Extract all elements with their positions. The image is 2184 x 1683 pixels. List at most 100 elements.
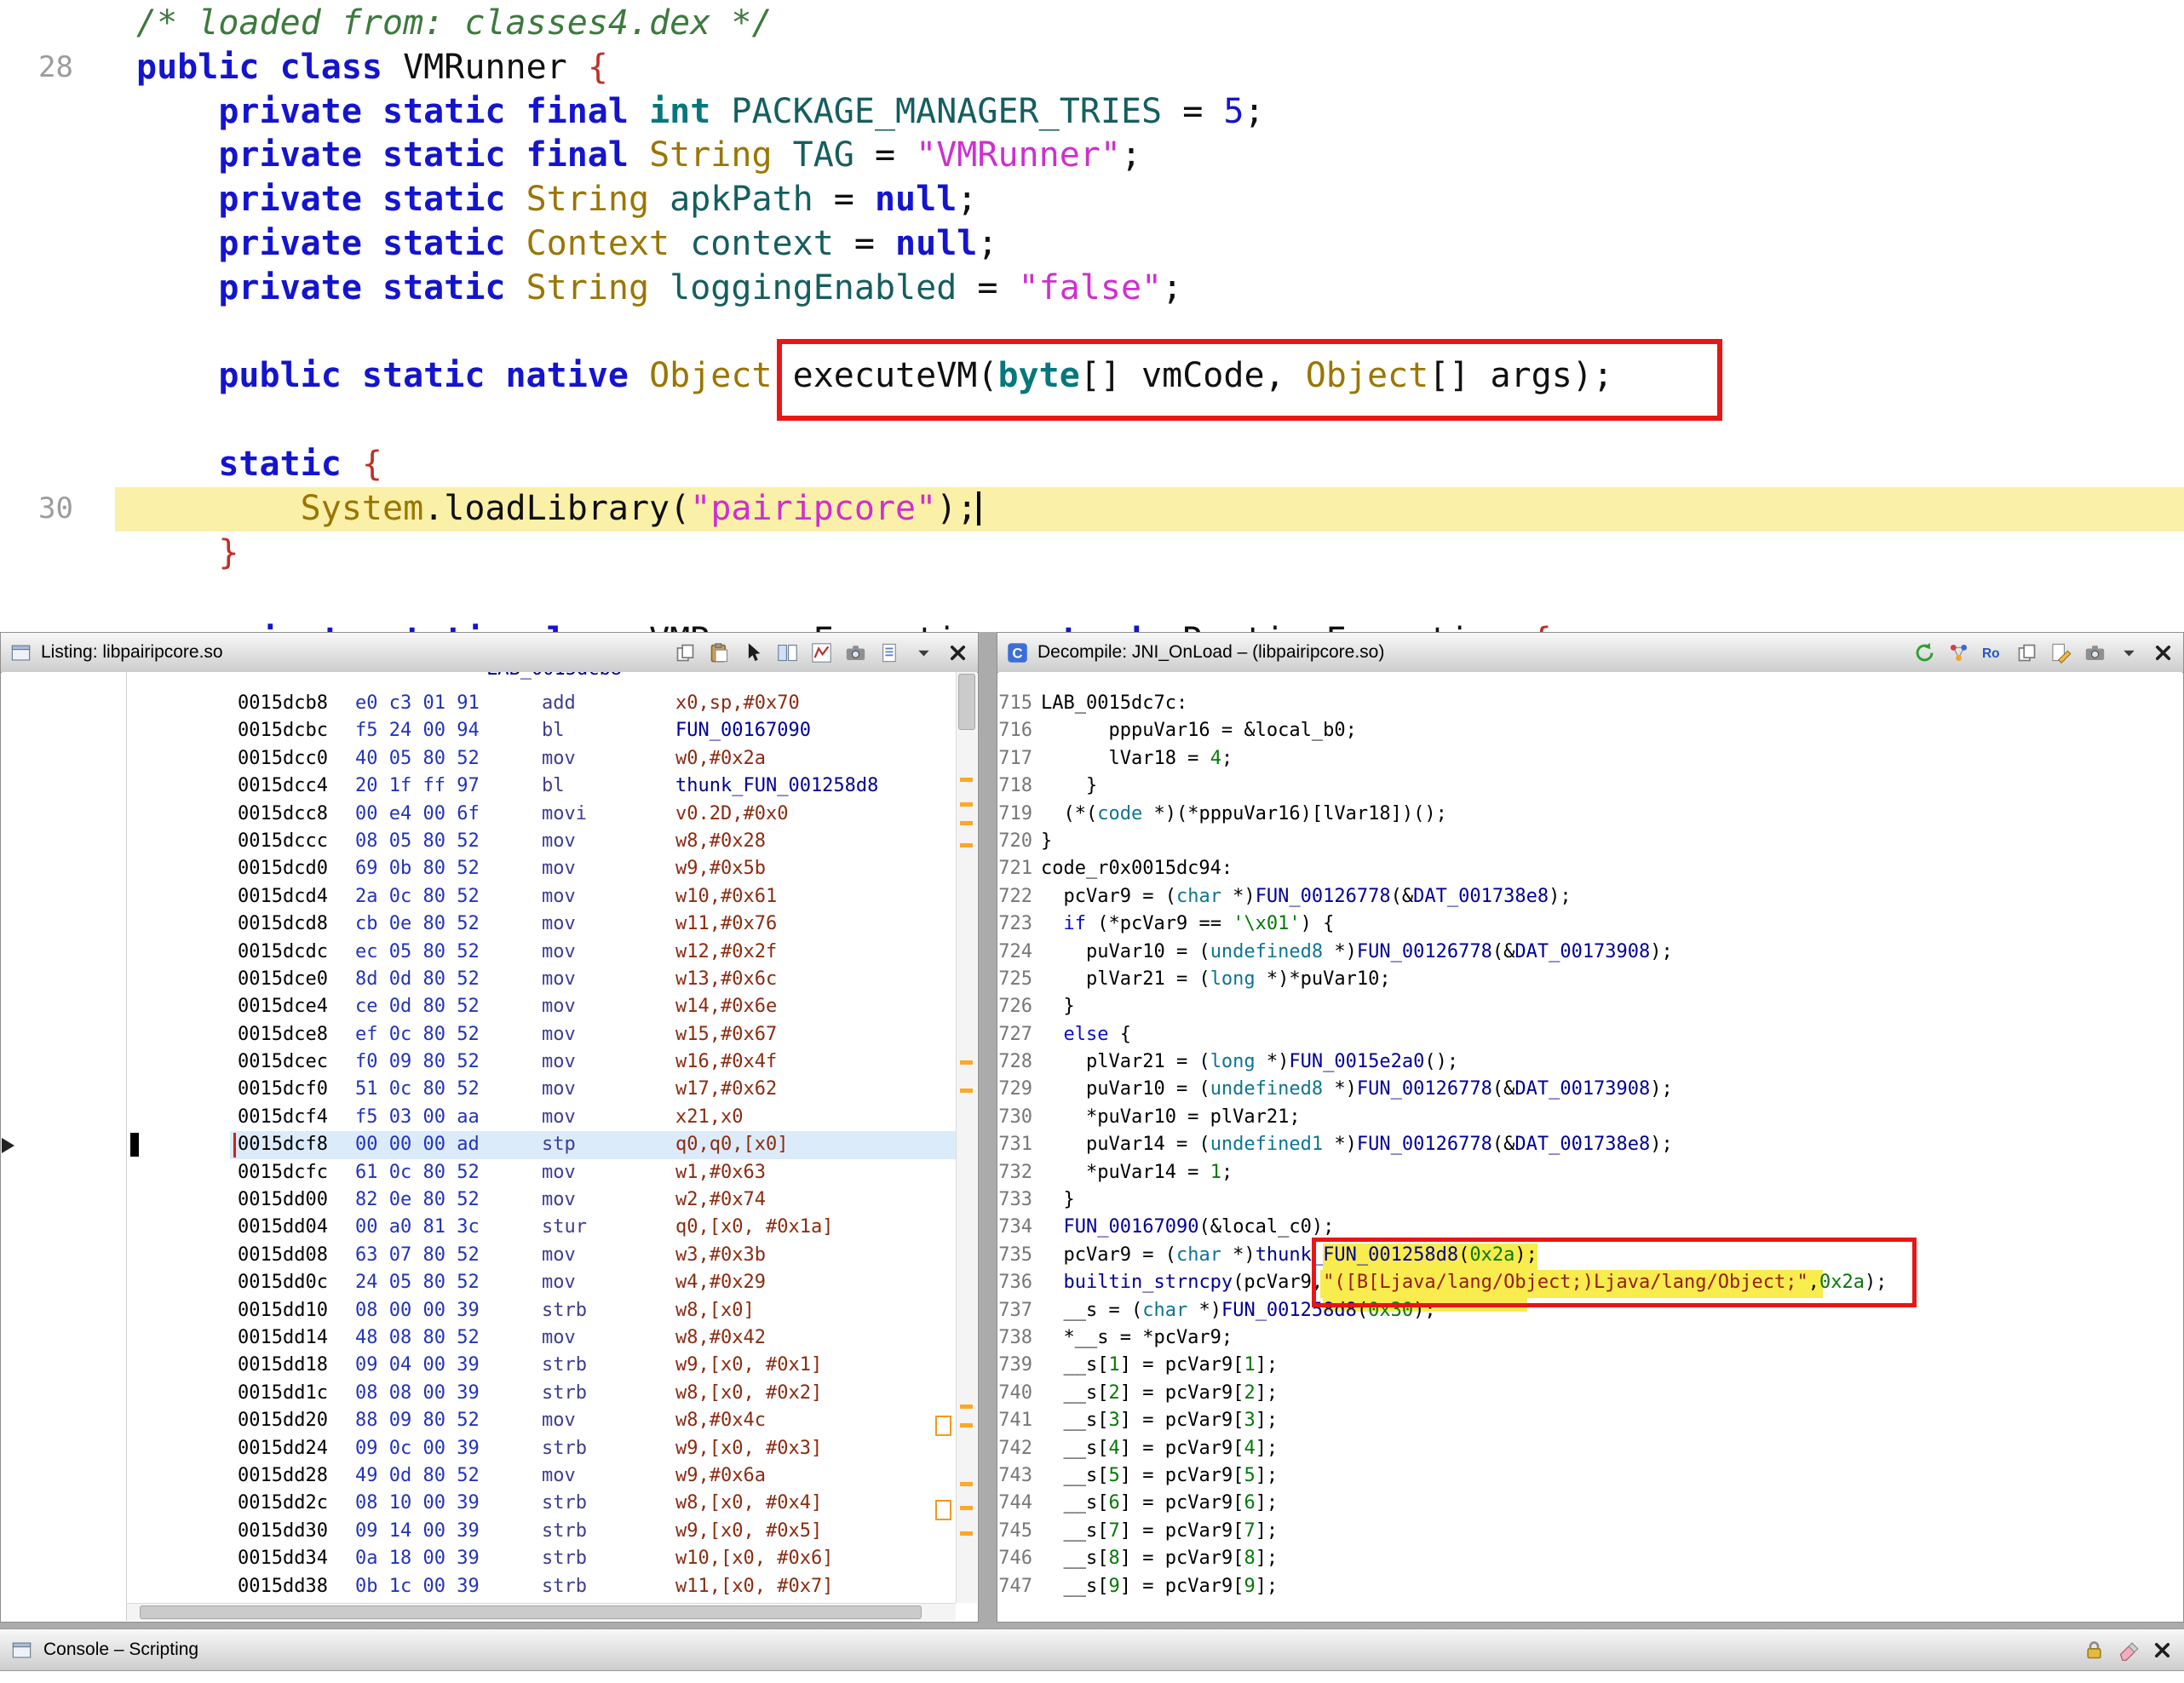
decompile-code-line[interactable]: 744 __s[6] = pcVar9[6]; xyxy=(998,1490,2182,1517)
java-code-line[interactable]: private static String apkPath = null; xyxy=(0,178,2184,222)
decompile-code-line[interactable]: 740 __s[2] = pcVar9[2]; xyxy=(998,1380,2182,1407)
decompile-code-line[interactable]: 723 if (*pcVar9 == '\x01') { xyxy=(998,910,2182,938)
bookmark-marker[interactable] xyxy=(935,1500,951,1520)
java-code-line[interactable] xyxy=(0,575,2184,619)
listing-row[interactable]: 0015dcc040 05 80 52movw0,#0x2a xyxy=(2,745,955,773)
decompile-code-line[interactable]: 739 __s[1] = pcVar9[1]; xyxy=(998,1352,2182,1379)
analysis-marker[interactable] xyxy=(960,843,973,847)
copy-icon[interactable] xyxy=(674,641,697,664)
listing-row[interactable]: 0015dcfc61 0c 80 52movw1,#0x63 xyxy=(2,1159,955,1186)
listing-row[interactable]: 0015dd1448 08 80 52movw8,#0x42 xyxy=(2,1324,955,1352)
listing-horizontal-scrollbar[interactable] xyxy=(127,1603,956,1621)
analysis-marker[interactable] xyxy=(960,802,973,807)
analysis-marker[interactable] xyxy=(960,1404,973,1409)
decompile-code-line[interactable]: 724 puVar10 = (undefined8 *)FUN_00126778… xyxy=(998,939,2182,966)
lock-icon[interactable] xyxy=(2083,1639,2106,1662)
listing-row[interactable]: 0015dce8ef 0c 80 52movw15,#0x67 xyxy=(2,1021,955,1048)
listing-row[interactable]: 0015dccc08 05 80 52movw8,#0x28 xyxy=(2,828,955,855)
listing-row[interactable]: 0015dcbcf5 24 00 94blFUN_00167090 xyxy=(2,717,955,744)
decompile-code-line[interactable]: 747 __s[9] = pcVar9[9]; xyxy=(998,1573,2182,1600)
scrollbar-thumb[interactable] xyxy=(140,1605,922,1619)
eraser-icon[interactable] xyxy=(2117,1639,2140,1662)
java-code-line[interactable]: private static String loggingEnabled = "… xyxy=(0,267,2184,311)
close-icon[interactable] xyxy=(2151,1639,2174,1662)
analysis-marker[interactable] xyxy=(960,1531,973,1536)
decompile-code-line[interactable]: 715LAB_0015dc7c: xyxy=(998,690,2182,717)
scrollbar-thumb[interactable] xyxy=(958,674,975,730)
edit-icon[interactable] xyxy=(2049,641,2072,664)
decompile-code-line[interactable]: 730 *puVar10 = plVar21; xyxy=(998,1104,2182,1131)
copy-icon[interactable] xyxy=(2015,641,2038,664)
close-icon[interactable] xyxy=(2152,641,2175,664)
listing-row[interactable]: 0015dd2409 0c 00 39strbw9,[x0, #0x3] xyxy=(2,1435,955,1462)
decompile-body[interactable]: 715LAB_0015dc7c:716 pppuVar16 = &local_b… xyxy=(998,672,2182,1621)
listing-vertical-scrollbar[interactable] xyxy=(956,672,977,1603)
decompile-code-line[interactable]: 743 __s[5] = pcVar9[5]; xyxy=(998,1462,2182,1490)
decompile-code-line[interactable]: 732 *puVar14 = 1; xyxy=(998,1159,2182,1186)
java-code-line[interactable]: /* loaded from: classes4.dex */ xyxy=(0,2,2184,46)
decompile-code-line[interactable]: 718 } xyxy=(998,773,2182,800)
decompile-code-line[interactable]: 716 pppuVar16 = &local_b0; xyxy=(998,717,2182,744)
decompile-code-line[interactable]: 729 puVar10 = (undefined8 *)FUN_00126778… xyxy=(998,1076,2182,1103)
decompile-code-line[interactable]: 725 plVar21 = (long *)*puVar10; xyxy=(998,966,2182,993)
decompile-titlebar[interactable]: C Decompile: JNI_OnLoad – (libpairipcore… xyxy=(997,633,2183,673)
analysis-marker[interactable] xyxy=(960,1506,973,1510)
analysis-marker[interactable] xyxy=(960,821,973,825)
analysis-marker[interactable] xyxy=(960,1482,973,1486)
decompile-code-line[interactable]: 720} xyxy=(998,828,2182,855)
listing-row[interactable]: 0015dcf4f5 03 00 aamovx21,x0 xyxy=(2,1104,955,1131)
listing-row[interactable]: 0015dcc800 e4 00 6fmoviv0.2D,#0x0 xyxy=(2,801,955,828)
listing-row[interactable]: 0015dcc420 1f ff 97blthunk_FUN_001258d8 xyxy=(2,773,955,800)
decompile-code-line[interactable]: 722 pcVar9 = (char *)FUN_00126778(&DAT_0… xyxy=(998,883,2182,910)
decompile-code-line[interactable]: 726 } xyxy=(998,993,2182,1020)
listing-row[interactable]: 0015dd0c24 05 80 52movw4,#0x29 xyxy=(2,1269,955,1296)
analysis-marker[interactable] xyxy=(960,1088,973,1093)
listing-row[interactable]: 0015dcd8cb 0e 80 52movw11,#0x76 xyxy=(2,910,955,938)
listing-body[interactable]: LAB_0015dcb8 0015dcb8e0 c3 01 91addx0,sp… xyxy=(2,672,977,1621)
java-code-line[interactable]: private static final String TAG = "VMRun… xyxy=(0,134,2184,178)
listing-row[interactable]: 0015dcdcec 05 80 52movw12,#0x2f xyxy=(2,939,955,966)
decompile-code-line[interactable]: 717 lVar18 = 4; xyxy=(998,745,2182,773)
ro-icon[interactable]: Ro xyxy=(1981,641,2004,664)
console-window-titlebar[interactable]: Console – Scripting xyxy=(0,1628,2184,1671)
java-code-line[interactable]: private static final int PACKAGE_MANAGER… xyxy=(0,90,2184,135)
java-code-line[interactable]: } xyxy=(0,531,2184,576)
decompile-code-line[interactable]: 733 } xyxy=(998,1186,2182,1214)
listing-row[interactable]: 0015dd1008 00 00 39strbw8,[x0] xyxy=(2,1297,955,1324)
listing-row[interactable]: 0015dd1c08 08 00 39strbw8,[x0, #0x2] xyxy=(2,1380,955,1407)
listing-row[interactable]: 0015dd1809 04 00 39strbw9,[x0, #0x1] xyxy=(2,1352,955,1379)
analysis-marker[interactable] xyxy=(960,1060,973,1065)
listing-row[interactable]: 0015dd340a 18 00 39strbw10,[x0, #0x6] xyxy=(2,1545,955,1572)
java-code-line[interactable]: private static class VMRunnerException e… xyxy=(0,619,2184,632)
decompile-code-line[interactable]: 721code_r0x0015dc94: xyxy=(998,855,2182,882)
decompile-code-line[interactable]: 731 puVar14 = (undefined1 *)FUN_00126778… xyxy=(998,1131,2182,1158)
listing-row[interactable]: 0015dd2088 09 80 52movw8,#0x4c xyxy=(2,1407,955,1434)
java-code-line[interactable]: private static Context context = null; xyxy=(0,222,2184,267)
listing-row[interactable]: 0015dd0082 0e 80 52movw2,#0x74 xyxy=(2,1186,955,1214)
diff-view-icon[interactable] xyxy=(776,641,799,664)
listing-row[interactable]: 0015dd3009 14 00 39strbw9,[x0, #0x5] xyxy=(2,1518,955,1545)
refresh-icon[interactable] xyxy=(1913,641,1936,664)
chevron-down-icon[interactable] xyxy=(2118,641,2141,664)
decompile-code-line[interactable]: 742 __s[4] = pcVar9[4]; xyxy=(998,1435,2182,1462)
close-icon[interactable] xyxy=(946,641,969,664)
decompile-code-line[interactable]: 727 else { xyxy=(998,1021,2182,1048)
analysis-marker[interactable] xyxy=(960,1423,973,1427)
java-code-line[interactable]: 30 System.loadLibrary("pairipcore"); xyxy=(0,487,2184,531)
listing-row[interactable]: 0015dce08d 0d 80 52movw13,#0x6c xyxy=(2,966,955,993)
analysis-marker[interactable] xyxy=(960,778,973,782)
callgraph-icon[interactable] xyxy=(1947,641,1970,664)
function-graph-icon[interactable] xyxy=(810,641,833,664)
decompile-code-line[interactable]: 741 __s[3] = pcVar9[3]; xyxy=(998,1407,2182,1434)
page-menu-icon[interactable] xyxy=(878,641,901,664)
listing-row[interactable]: 0015dcecf0 09 80 52movw16,#0x4f xyxy=(2,1048,955,1076)
listing-row[interactable]: 0015dce4ce 0d 80 52movw14,#0x6e xyxy=(2,993,955,1020)
decompile-code-line[interactable]: 738 *__s = *pcVar9; xyxy=(998,1324,2182,1352)
listing-row[interactable]: 0015dd2c08 10 00 39strbw8,[x0, #0x4] xyxy=(2,1490,955,1517)
listing-row[interactable]: 0015dd0863 07 80 52movw3,#0x3b xyxy=(2,1242,955,1269)
listing-titlebar[interactable]: Listing: libpairipcore.so xyxy=(1,633,978,673)
listing-row[interactable]: 0015dd0400 a0 81 3csturq0,[x0, #0x1a] xyxy=(2,1214,955,1241)
cursor-location-icon[interactable] xyxy=(742,641,765,664)
decompile-code-line[interactable]: 745 __s[7] = pcVar9[7]; xyxy=(998,1518,2182,1545)
snapshot-camera-icon[interactable] xyxy=(844,641,867,664)
